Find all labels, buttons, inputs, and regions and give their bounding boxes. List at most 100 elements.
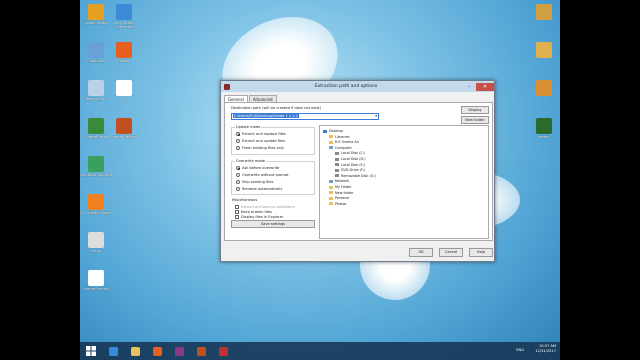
tree-node[interactable]: My Folder: [329, 185, 352, 189]
cancel-button[interactable]: Cancel: [439, 248, 463, 257]
ie-icon: [108, 346, 118, 356]
desktop-icon[interactable]: Any Video Converter: [106, 4, 142, 29]
help-button[interactable]: Help: [469, 248, 493, 257]
folder-icon: [329, 146, 333, 150]
radio-button[interactable]: [236, 139, 240, 143]
tree-node[interactable]: Local Disk (D:): [335, 157, 366, 161]
file-explorer-icon: [130, 346, 140, 356]
update-mode-group: Update mode Extract and replace files Ext…: [231, 125, 315, 155]
tree-node[interactable]: Libraries: [329, 135, 350, 139]
option-radio[interactable]: Extract and replace files: [236, 132, 286, 136]
tree-node-label: Photos: [335, 201, 347, 206]
desktop-icon-label: VLC media player: [80, 211, 112, 215]
tree-node-label: Removable Disk (G:): [341, 173, 376, 178]
shortcut-icon: [88, 4, 104, 20]
close-button[interactable]: ✕: [476, 82, 494, 91]
tree-node-label: Libraries: [335, 134, 350, 139]
tree-node[interactable]: Computer: [329, 146, 352, 150]
taskbar-item[interactable]: [149, 344, 165, 358]
checkbox[interactable]: [235, 215, 239, 219]
new-folder-button[interactable]: New folder: [461, 116, 489, 124]
tree-node-label: Personal: [335, 196, 350, 201]
miscellaneous-title: Miscellaneous: [231, 198, 259, 202]
desktop-icon[interactable]: [526, 4, 560, 21]
option-label: Display files in Explorer: [241, 215, 284, 219]
extraction-dialog: Extraction path and options – ✕ General …: [220, 80, 495, 262]
tree-node-label: Network: [335, 179, 350, 184]
shortcut-icon: [116, 80, 132, 96]
option-label: Keep broken files: [241, 210, 272, 214]
shortcut-icon: [116, 118, 132, 134]
desktop-icon[interactable]: Format Factory: [106, 118, 142, 139]
radio-button[interactable]: [236, 146, 240, 150]
taskbar-item[interactable]: [105, 344, 121, 358]
destination-path-value: C:\Users\R.K\Desktop\Folder 1 x 1.1: [233, 114, 299, 118]
miscellaneous-group: Miscellaneous Extract archives to subfol…: [231, 198, 315, 219]
desktop-icon[interactable]: Format Factory: [80, 270, 114, 291]
desktop-icon[interactable]: [526, 80, 560, 97]
desktop-icon[interactable]: VLC media player: [80, 194, 114, 215]
format-factory-icon: [196, 346, 206, 356]
minimize-button[interactable]: –: [462, 83, 476, 91]
option-radio[interactable]: Rename automatically: [236, 187, 282, 191]
option-check[interactable]: Display files in Explorer: [235, 215, 283, 219]
radio-button[interactable]: [236, 132, 240, 136]
shortcut-icon: [116, 42, 132, 58]
tree-node-label: Desktop: [329, 129, 343, 133]
tree-node[interactable]: New folder: [329, 191, 353, 195]
save-settings-button[interactable]: Save settings: [231, 220, 315, 228]
tree-node[interactable]: DVD Drive (F:): [335, 168, 365, 172]
display-button[interactable]: Display: [461, 106, 489, 114]
desktop-icon[interactable]: Setup: [80, 232, 114, 253]
desktop: Install Media Computer Recycle Bin Control …: [80, 0, 560, 360]
chevron-down-icon[interactable]: ▾: [375, 114, 377, 119]
dialog-titlebar[interactable]: Extraction path and options – ✕: [221, 81, 494, 92]
option-check[interactable]: Extract archives to subfolders: [235, 205, 295, 209]
radio-button[interactable]: [236, 173, 240, 177]
option-radio[interactable]: Ask before overwrite: [236, 166, 279, 170]
desktop-icon[interactable]: webm: [526, 118, 560, 139]
overwrite-mode-title: Overwrite mode: [235, 159, 267, 163]
desktop-icon[interactable]: Firefox: [106, 42, 142, 63]
checkbox[interactable]: [235, 210, 239, 214]
desktop-icon[interactable]: Camtasia Studio 8: [80, 156, 114, 177]
tree-node[interactable]: Desktop: [323, 129, 343, 133]
desktop-icon-label: 15: [121, 97, 127, 101]
desktop-icon[interactable]: [526, 42, 560, 59]
folder-icon: [329, 191, 333, 195]
option-radio[interactable]: Skip existing files: [236, 180, 273, 184]
checkbox[interactable]: [235, 205, 239, 209]
radio-button[interactable]: [236, 166, 240, 170]
desktop-icon-label: Camtasia Studio 8: [80, 173, 113, 177]
shortcut-icon: [88, 194, 104, 210]
taskbar-item[interactable]: [193, 344, 209, 358]
tree-node[interactable]: Local Disk (C:): [335, 151, 365, 155]
option-radio[interactable]: Fresh existing files only: [236, 146, 284, 150]
option-label: Extract and update files: [242, 139, 286, 143]
radio-button[interactable]: [236, 187, 240, 191]
shortcut-icon: [88, 270, 104, 286]
radio-button[interactable]: [236, 180, 240, 184]
tree-node[interactable]: Local Disk (E:): [335, 163, 365, 167]
option-label: Overwrite without prompt: [242, 173, 289, 177]
tree-node[interactable]: Photos: [329, 202, 346, 206]
taskbar-item[interactable]: [171, 344, 187, 358]
ok-button[interactable]: OK: [409, 248, 433, 257]
start-button[interactable]: [83, 344, 99, 358]
tree-node[interactable]: R.K Usama Ali: [329, 140, 359, 144]
taskbar-item[interactable]: [127, 344, 143, 358]
tree-node[interactable]: Personal: [329, 196, 349, 200]
tree-node[interactable]: Network: [329, 179, 349, 183]
language-indicator[interactable]: ENG: [516, 348, 524, 352]
tree-node[interactable]: Removable Disk (G:): [335, 174, 376, 178]
folder-tree[interactable]: Desktop Libraries R.K Usama Ali Computer Loc…: [319, 125, 489, 239]
option-radio[interactable]: Overwrite without prompt: [236, 173, 289, 177]
desktop-icon[interactable]: 15: [106, 80, 142, 101]
destination-path-input[interactable]: C:\Users\R.K\Desktop\Folder 1 x 1.1 ▾: [231, 113, 379, 120]
option-radio[interactable]: Extract and update files: [236, 139, 285, 143]
shortcut-icon: [536, 42, 552, 58]
option-check[interactable]: Keep broken files: [235, 210, 272, 214]
taskbar-item[interactable]: [215, 344, 231, 358]
app-icon: [218, 346, 228, 356]
clock[interactable]: 10:57 AM 12/31/2017: [535, 344, 556, 354]
